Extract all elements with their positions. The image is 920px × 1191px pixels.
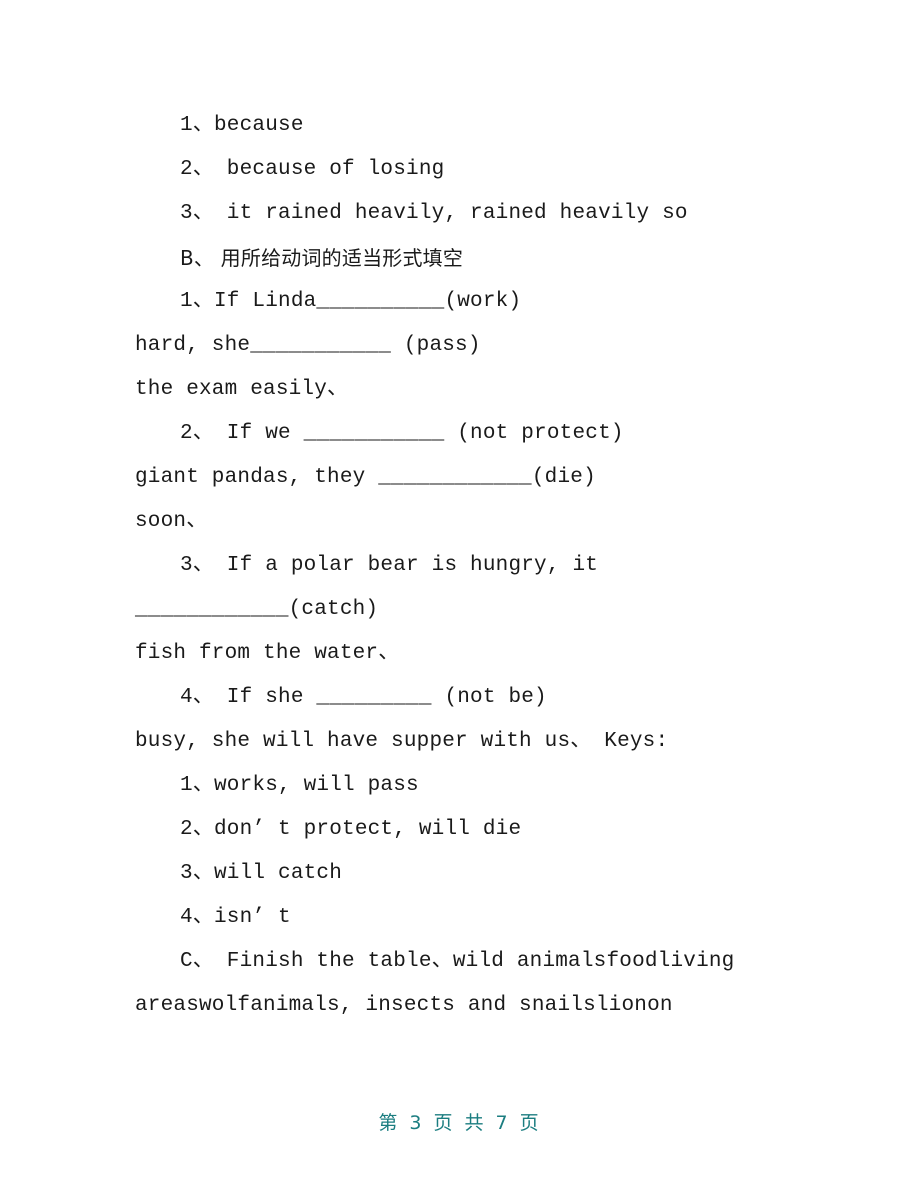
text-line-b-1a: 1、If Linda__________(work) [180, 290, 522, 313]
text-line-b-1c: the exam easily、 [135, 378, 349, 401]
text-line-ans-a-2: 2、 because of losing [180, 158, 445, 181]
text-line-b-2b: giant pandas, they ____________(die) [135, 466, 596, 489]
document-text-body: 1、because 2、 because of losing 3、 it raine… [135, 104, 775, 1028]
text-line-b-1b: hard, she___________ (pass) [135, 334, 481, 357]
text-line-section-b: B、 用所给动词的适当形式填空 [180, 246, 464, 270]
text-line-b-3a: 3、 If a polar bear is hungry, it [180, 554, 599, 577]
text-line-b-4b: busy, she will have supper with us、 Keys… [135, 730, 669, 753]
text-line-keys-1: 1、works, will pass [180, 774, 419, 797]
text-line-keys-2: 2、don’ t protect, will die [180, 818, 522, 841]
text-line-section-c: C、 Finish the table、wild animalsfoodlivi… [180, 950, 735, 973]
text-line-ans-a-3: 3、 it rained heavily, rained heavily so [180, 202, 688, 225]
text-line-section-c-2: areaswolfanimals, insects and snailslion… [135, 994, 673, 1017]
text-line-keys-4: 4、isn’ t [180, 906, 291, 929]
page-number-footer: 第 3 页 共 7 页 [378, 1112, 542, 1134]
text-line-ans-a-1: 1、because [180, 114, 304, 137]
text-line-b-2a: 2、 If we ___________ (not protect) [180, 422, 624, 445]
text-line-b-3b: ____________(catch) [135, 598, 379, 621]
document-page: 1、because 2、 because of losing 3、 it raine… [0, 0, 920, 1191]
text-line-b-4a: 4、 If she _________ (not be) [180, 686, 547, 709]
text-line-b-3c: fish from the water、 [135, 642, 400, 665]
text-line-b-2c: soon、 [135, 510, 208, 533]
text-line-keys-3: 3、will catch [180, 862, 343, 885]
